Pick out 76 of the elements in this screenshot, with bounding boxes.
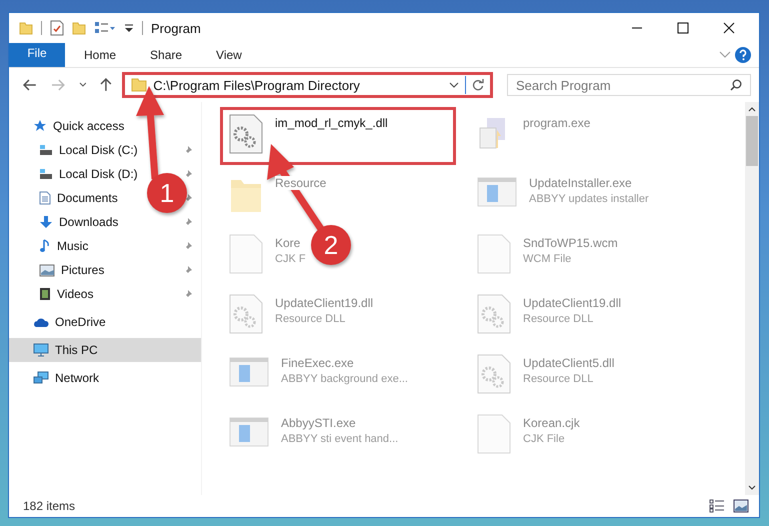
scroll-thumb[interactable] [746,116,758,166]
sidebar-item[interactable]: Downloads [59,215,118,229]
large-icons-view-icon[interactable] [733,499,749,513]
window-title: Program [151,20,201,36]
recent-caret-icon[interactable] [78,82,86,88]
file-type: WCM File [523,253,572,265]
sidebar-item[interactable]: Network [9,366,201,390]
folder-icon [131,78,148,92]
sidebar-item[interactable]: This PC [9,338,201,362]
address-bar[interactable]: C:\Program Files\Program Directory [122,72,493,98]
refresh-icon[interactable] [472,79,484,91]
file-type: Resource DLL [275,313,346,325]
file-type: Resource DLL [523,373,594,385]
star-icon [33,119,47,133]
maximize-icon[interactable] [677,22,689,34]
customize-caret-icon[interactable] [124,22,134,34]
details-view-icon[interactable] [709,499,725,513]
scroll-down-icon[interactable] [748,485,756,491]
highlighted-file-item[interactable]: im_mod_rl_cmyk_.dll [220,107,456,165]
sidebar-item[interactable]: Music [57,239,88,253]
gear-file-icon [477,294,511,334]
music-note-icon [39,239,51,253]
file-name[interactable]: UpdateClient19.dll [275,296,374,310]
file-type: Resource DLL [523,313,594,325]
file-name[interactable]: UpdateClient19.dll [523,296,622,310]
file-name[interactable]: SndToWP15.wcm [523,236,618,250]
file-type: ABBYY sti event hand... [281,433,398,445]
film-icon [39,287,51,301]
ribbon-tab[interactable]: Share [135,43,198,67]
dropdown-caret-icon[interactable] [449,82,459,88]
expand-ribbon-icon[interactable] [719,51,731,59]
drive-icon [39,168,53,180]
file-name[interactable]: Resource [275,176,326,190]
step-number-badge: 1 [147,173,187,213]
sidebar-item[interactable]: Local Disk (C:) [59,143,138,157]
network-icon [33,371,49,385]
drive-icon [39,144,53,156]
file-name[interactable]: Korean.cjk [523,416,580,430]
search-field[interactable]: Search Program [507,74,751,96]
item-count: 182 items [23,499,76,513]
sidebar-item[interactable]: Pictures [61,263,104,277]
help-icon[interactable] [735,47,751,63]
blank-file-icon [477,414,511,454]
sidebar-item[interactable]: Local Disk (D:) [59,167,138,181]
properties-icon[interactable] [50,20,64,36]
gear-file-icon [229,294,263,334]
blank-file-icon [477,234,511,274]
file-type: ABBYY updates installer [529,193,649,205]
blank-file-icon [229,234,263,274]
file-type: ABBYY background exe... [281,373,408,385]
sidebar-item[interactable]: Quick access [9,114,201,138]
sidebar-item[interactable]: Videos [57,287,94,301]
back-arrow-icon[interactable] [23,79,37,91]
sidebar-item[interactable]: Documents [57,191,118,205]
file-type: CJK F [275,253,306,265]
ribbon-tab[interactable]: Home [69,43,132,67]
download-arrow-icon [39,215,53,229]
address-path: C:\Program Files\Program Directory [153,78,361,92]
image-icon [39,264,55,276]
step-number-badge: 2 [311,225,351,265]
up-arrow-icon[interactable] [100,78,112,92]
sidebar-item[interactable]: OneDrive [9,310,201,334]
search-icon[interactable] [730,79,742,91]
file-name: im_mod_rl_cmyk_.dll [275,116,388,130]
gear-file-icon [477,354,511,394]
view-options-icon[interactable] [94,21,116,35]
close-icon[interactable] [723,22,735,34]
gear-file-icon [229,114,263,154]
monitor-icon [33,343,49,357]
cloud-icon [33,316,49,328]
document-icon [39,191,51,205]
file-name[interactable]: UpdateClient5.dll [523,356,614,370]
ribbon-tab[interactable]: View [201,43,257,67]
scroll-up-icon[interactable] [748,106,756,112]
file-type: CJK File [523,433,566,445]
scrollbar[interactable] [745,102,759,495]
